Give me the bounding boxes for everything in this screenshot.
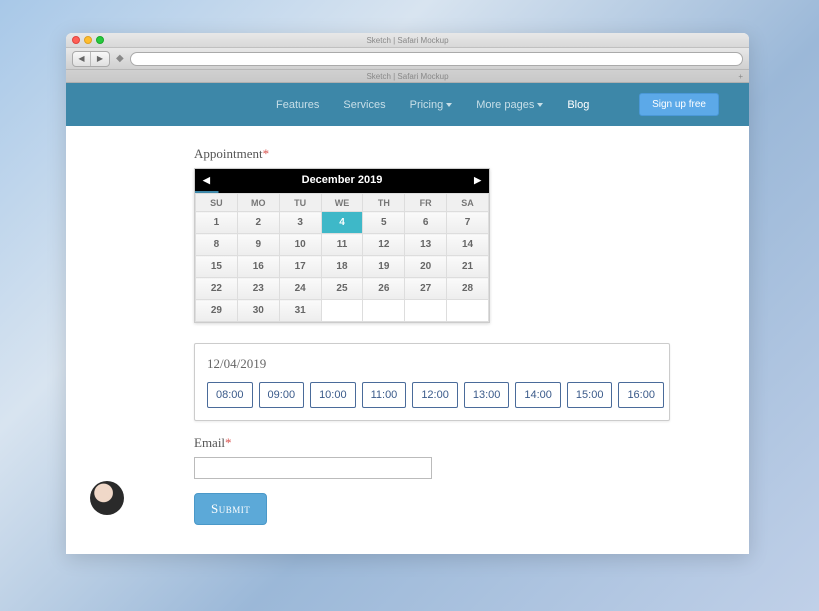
calendar-day xyxy=(363,300,405,322)
calendar-day[interactable]: 30 xyxy=(237,300,279,322)
chevron-down-icon xyxy=(446,103,452,107)
chevron-down-icon xyxy=(537,103,543,107)
time-slot[interactable]: 12:00 xyxy=(412,382,458,408)
back-button[interactable]: ◀ xyxy=(73,52,91,66)
calendar-day[interactable]: 20 xyxy=(405,256,447,278)
calendar-day[interactable]: 22 xyxy=(196,278,238,300)
time-slot[interactable]: 11:00 xyxy=(362,382,407,408)
browser-window: Sketch | Safari Mockup ◀ ▶ ◆ Sketch | Sa… xyxy=(66,33,749,554)
time-slot[interactable]: 09:00 xyxy=(259,382,305,408)
calendar-day[interactable]: 29 xyxy=(196,300,238,322)
calendar-day xyxy=(405,300,447,322)
nav-pricing-label: Pricing xyxy=(410,99,444,111)
calendar-day[interactable]: 1 xyxy=(196,212,238,234)
calendar-dayname: TU xyxy=(279,194,321,212)
calendar-day[interactable]: 7 xyxy=(447,212,489,234)
nav-more[interactable]: More pages xyxy=(476,99,543,111)
calendar-day xyxy=(321,300,363,322)
calendar-day[interactable]: 23 xyxy=(237,278,279,300)
time-box: 12/04/2019 08:0009:0010:0011:0012:0013:0… xyxy=(194,343,670,421)
calendar-day[interactable]: 15 xyxy=(196,256,238,278)
calendar-day[interactable]: 11 xyxy=(321,234,363,256)
email-label-text: Email xyxy=(194,435,225,450)
calendar-header: ◀ December 2019 ▶ xyxy=(195,169,489,191)
calendar-day[interactable]: 5 xyxy=(363,212,405,234)
nav-services[interactable]: Services xyxy=(343,99,385,111)
calendar-day[interactable]: 18 xyxy=(321,256,363,278)
nav-links: Features Services Pricing More pages Blo… xyxy=(276,99,589,111)
calendar-day[interactable]: 21 xyxy=(447,256,489,278)
nav-features[interactable]: Features xyxy=(276,99,319,111)
nav-pricing[interactable]: Pricing xyxy=(410,99,453,111)
calendar-dayname: MO xyxy=(237,194,279,212)
page-body: Appointment* ◀ December 2019 ▶ SUMOTUWET… xyxy=(66,126,749,525)
forward-button[interactable]: ▶ xyxy=(91,52,109,66)
calendar-day[interactable]: 25 xyxy=(321,278,363,300)
avatar[interactable] xyxy=(90,481,124,515)
calendar-day[interactable]: 13 xyxy=(405,234,447,256)
calendar-day[interactable]: 19 xyxy=(363,256,405,278)
time-slot[interactable]: 15:00 xyxy=(567,382,613,408)
time-slots: 08:0009:0010:0011:0012:0013:0014:0015:00… xyxy=(207,382,657,408)
calendar-day[interactable]: 8 xyxy=(196,234,238,256)
calendar-day[interactable]: 4 xyxy=(321,212,363,234)
page-content: Features Services Pricing More pages Blo… xyxy=(66,83,749,554)
calendar-grid: SUMOTUWETHFRSA 1234567891011121314151617… xyxy=(195,193,489,322)
calendar-day[interactable]: 17 xyxy=(279,256,321,278)
time-slot[interactable]: 13:00 xyxy=(464,382,510,408)
calendar-day[interactable]: 3 xyxy=(279,212,321,234)
signup-button[interactable]: Sign up free xyxy=(639,93,719,116)
titlebar: Sketch | Safari Mockup xyxy=(66,33,749,48)
required-marker: * xyxy=(263,146,270,161)
calendar-prev-icon[interactable]: ◀ xyxy=(203,175,210,186)
nav-more-label: More pages xyxy=(476,99,534,111)
calendar-dayname: FR xyxy=(405,194,447,212)
calendar-month: December 2019 xyxy=(302,174,383,186)
submit-button[interactable]: Submit xyxy=(194,493,267,525)
bookmark-icon[interactable]: ◆ xyxy=(116,53,124,64)
calendar-day[interactable]: 24 xyxy=(279,278,321,300)
appointment-label: Appointment* xyxy=(194,146,749,162)
email-section: Email* xyxy=(194,435,749,479)
calendar-day[interactable]: 9 xyxy=(237,234,279,256)
traffic-lights xyxy=(72,36,104,44)
calendar-day[interactable]: 28 xyxy=(447,278,489,300)
tab-bar: Sketch | Safari Mockup xyxy=(66,70,749,83)
tab-title[interactable]: Sketch | Safari Mockup xyxy=(366,72,448,81)
zoom-icon[interactable] xyxy=(96,36,104,44)
calendar-day[interactable]: 14 xyxy=(447,234,489,256)
time-slot[interactable]: 16:00 xyxy=(618,382,664,408)
calendar-day[interactable]: 26 xyxy=(363,278,405,300)
time-slot[interactable]: 10:00 xyxy=(310,382,356,408)
calendar-day xyxy=(447,300,489,322)
calendar-day[interactable]: 10 xyxy=(279,234,321,256)
calendar-dayname: SU xyxy=(196,194,238,212)
appointment-label-text: Appointment xyxy=(194,146,263,161)
browser-toolbar: ◀ ▶ ◆ xyxy=(66,48,749,70)
calendar-day[interactable]: 16 xyxy=(237,256,279,278)
calendar-day[interactable]: 27 xyxy=(405,278,447,300)
nav-segment: ◀ ▶ xyxy=(72,51,110,67)
calendar-dayname: TH xyxy=(363,194,405,212)
calendar-day[interactable]: 2 xyxy=(237,212,279,234)
calendar-next-icon[interactable]: ▶ xyxy=(474,175,481,186)
top-nav: Features Services Pricing More pages Blo… xyxy=(66,83,749,126)
calendar-day[interactable]: 6 xyxy=(405,212,447,234)
calendar-day[interactable]: 12 xyxy=(363,234,405,256)
calendar-dayname: WE xyxy=(321,194,363,212)
time-slot[interactable]: 08:00 xyxy=(207,382,253,408)
email-field[interactable] xyxy=(194,457,432,479)
calendar: ◀ December 2019 ▶ SUMOTUWETHFRSA 1234567… xyxy=(194,168,490,323)
calendar-day[interactable]: 31 xyxy=(279,300,321,322)
minimize-icon[interactable] xyxy=(84,36,92,44)
email-label: Email* xyxy=(194,435,749,451)
required-marker: * xyxy=(225,435,232,450)
window-title: Sketch | Safari Mockup xyxy=(366,36,448,45)
url-input[interactable] xyxy=(130,52,743,66)
nav-blog[interactable]: Blog xyxy=(567,99,589,111)
selected-date: 12/04/2019 xyxy=(207,356,657,372)
close-icon[interactable] xyxy=(72,36,80,44)
time-slot[interactable]: 14:00 xyxy=(515,382,561,408)
calendar-dayname: SA xyxy=(447,194,489,212)
